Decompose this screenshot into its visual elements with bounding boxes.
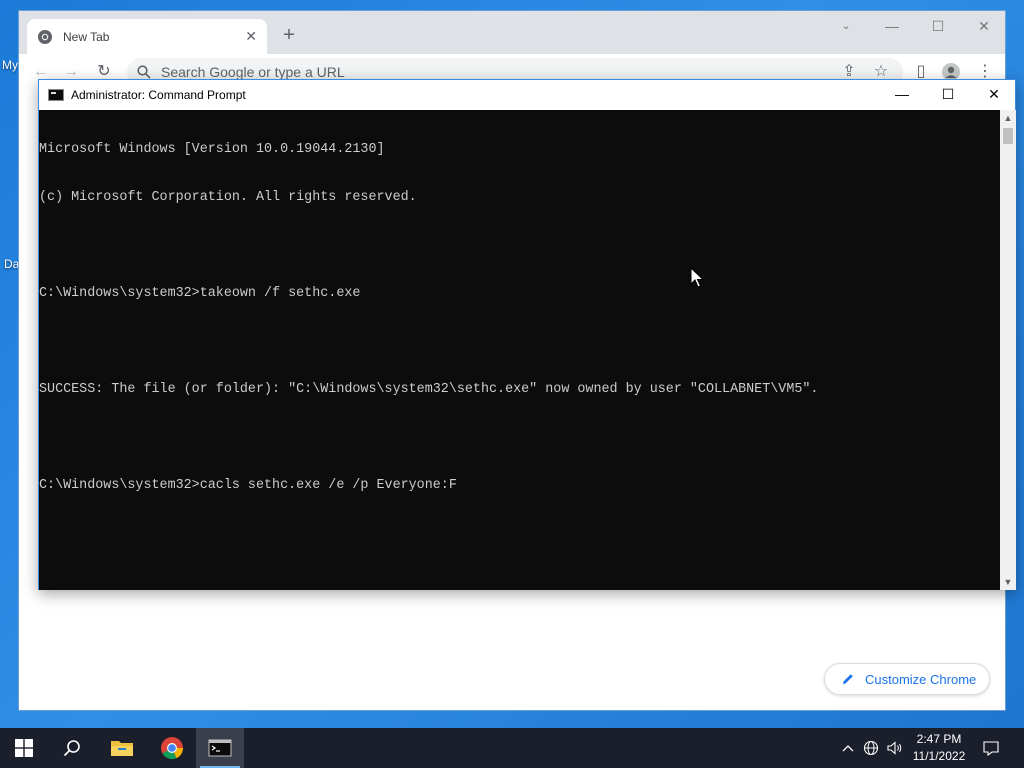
new-tab-button[interactable]: + [277,23,301,47]
console-line: C:\Windows\system32>cacls sethc.exe /e /… [39,478,457,493]
taskbar-file-explorer[interactable] [98,728,146,768]
maximize-button[interactable]: ☐ [915,11,961,43]
file-explorer-icon [111,741,133,756]
console-line: Microsoft Windows [Version 10.0.19044.21… [39,142,385,157]
chrome-icon [161,737,184,760]
notification-center-button[interactable] [978,728,1004,768]
console-line: SUCCESS: The file (or folder): "C:\Windo… [39,382,819,397]
vertical-scrollbar[interactable]: ▲ ▼ [1000,110,1016,590]
desktop-icon-label[interactable]: My [2,58,18,72]
volume-icon[interactable] [884,728,906,768]
taskbar-clock[interactable]: 2:47 PM 11/1/2022 [908,731,970,765]
minimize-button[interactable]: — [869,11,915,43]
taskbar-command-prompt[interactable] [196,728,244,768]
close-button[interactable]: ✕ [971,80,1017,110]
minimize-button[interactable]: — [879,80,925,110]
customize-chrome-button[interactable]: Customize Chrome [824,663,990,695]
network-icon[interactable] [860,728,882,768]
show-hidden-icons-button[interactable] [838,728,858,768]
search-icon [63,740,80,757]
command-prompt-icon [208,739,232,757]
pencil-icon [843,674,853,684]
omnibox-placeholder: Search Google or type a URL [161,64,345,80]
customize-label: Customize Chrome [865,671,977,687]
tab-title: New Tab [63,29,110,44]
cmd-app-icon[interactable] [48,89,64,101]
tab-close-icon[interactable]: ✕ [245,28,257,45]
console-line: C:\Windows\system32>takeown /f sethc.exe [39,286,361,301]
chrome-favicon-icon [38,29,52,44]
scroll-down-icon[interactable]: ▼ [1000,574,1016,590]
maximize-button[interactable]: ☐ [925,80,971,110]
command-prompt-window: Administrator: Command Prompt — ☐ ✕ Micr… [38,79,1016,590]
chevron-up-icon [842,745,854,752]
windows-logo-icon [15,739,33,757]
notification-icon [983,740,999,756]
console-line: (c) Microsoft Corporation. All rights re… [39,190,417,205]
console-output[interactable]: Microsoft Windows [Version 10.0.19044.21… [39,110,1000,590]
tab-search-icon[interactable]: ⌄ [823,11,869,43]
cmd-titlebar[interactable]: Administrator: Command Prompt — ☐ ✕ [39,80,1015,110]
start-button[interactable] [0,728,48,768]
clock-date: 11/1/2022 [912,749,966,763]
chrome-titlebar: New Tab ✕ + ⌄ — ☐ ✕ [19,11,1005,54]
taskbar-chrome[interactable] [148,728,196,768]
taskbar-search-button[interactable] [48,728,96,768]
scrollbar-thumb[interactable] [1003,128,1013,144]
window-title: Administrator: Command Prompt [71,88,246,102]
clock-time: 2:47 PM [916,732,962,746]
tab-new-tab[interactable]: New Tab ✕ [27,19,267,54]
search-icon [137,65,151,79]
taskbar: 2:47 PM 11/1/2022 [0,728,1024,768]
scroll-up-icon[interactable]: ▲ [1000,110,1016,126]
close-button[interactable]: ✕ [961,11,1007,43]
mouse-cursor-icon [690,267,704,288]
